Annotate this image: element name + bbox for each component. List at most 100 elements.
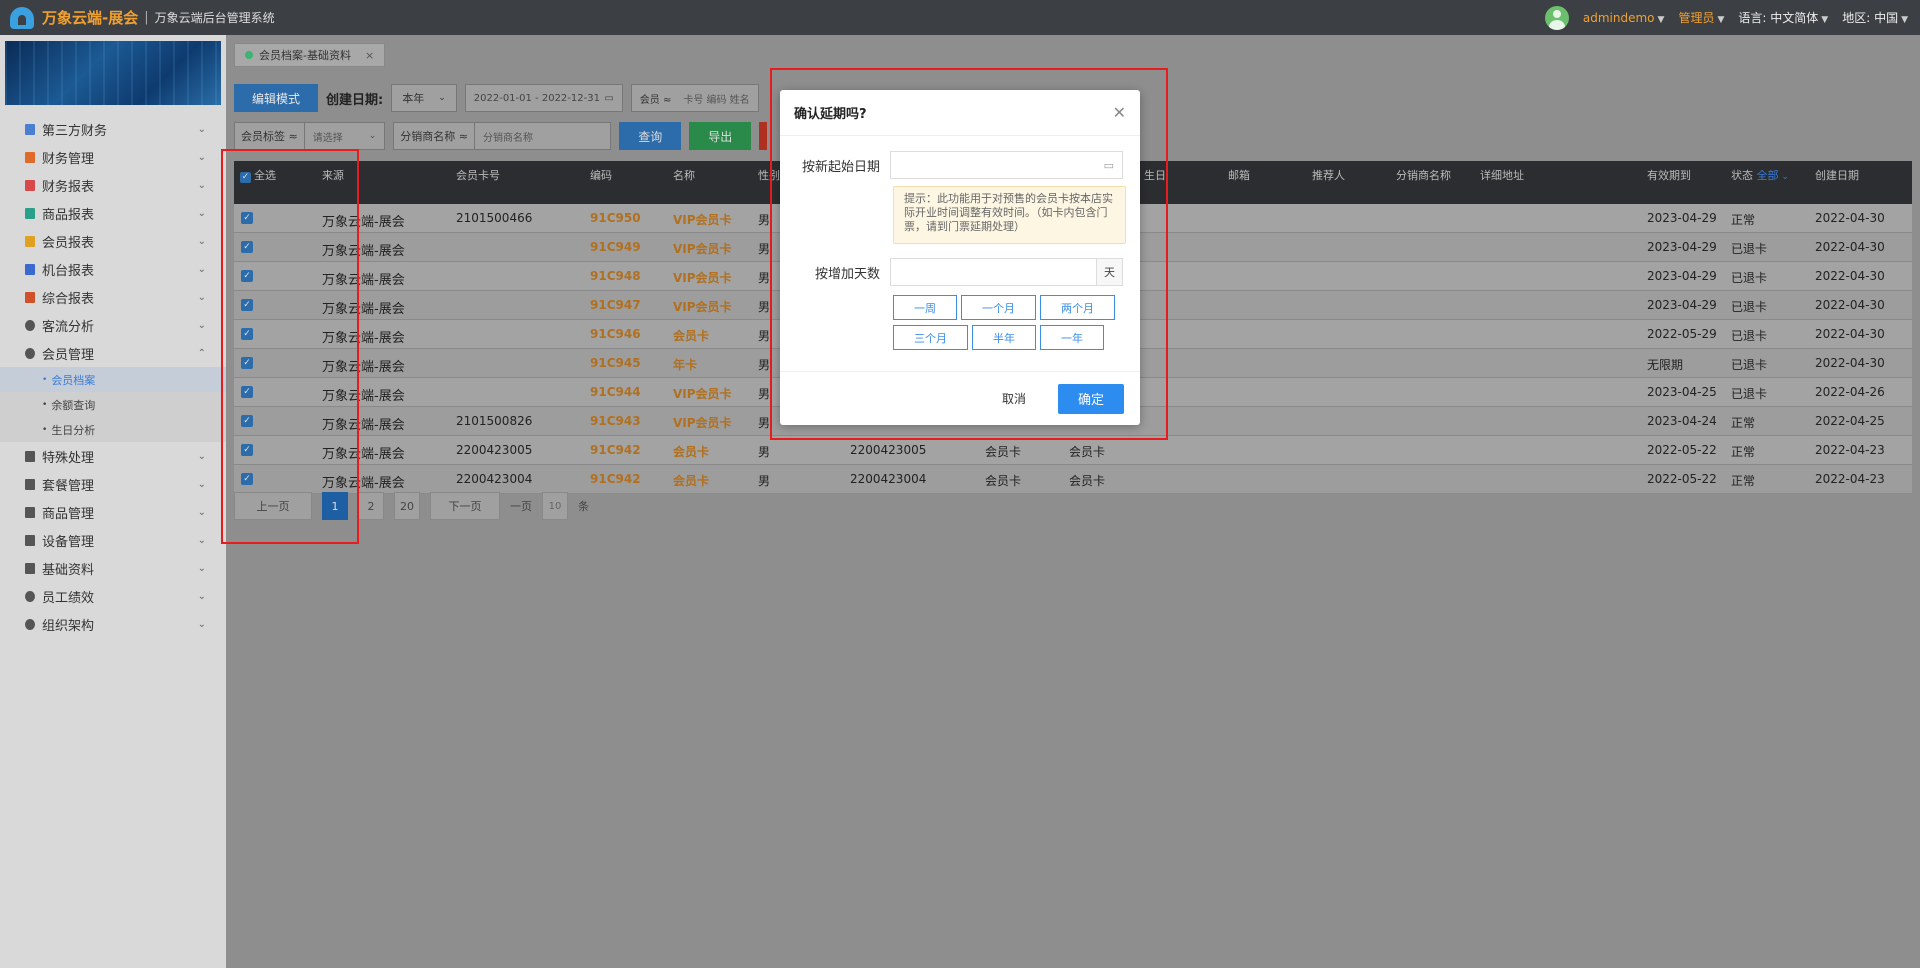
- sidebar-item-traffic-analysis[interactable]: 客流分析 ⌄: [0, 311, 226, 339]
- dialog-footer: 取消 确定: [780, 371, 1140, 425]
- sidebar-item-product-report[interactable]: 商品报表 ⌄: [0, 199, 226, 227]
- days-row: 按增加天数 天: [794, 258, 1123, 286]
- sidebar-item-label: 基础资料: [42, 562, 95, 578]
- cell-status: 已退卡: [1731, 387, 1768, 401]
- member-tag-value: 请选择 ⌄: [305, 129, 385, 144]
- language-menu[interactable]: 语言: 中文简体 ▼: [1738, 9, 1828, 26]
- chevron-down-icon: ⌄: [197, 319, 206, 331]
- period-select[interactable]: 本年 ⌄: [391, 84, 457, 112]
- sidebar-subitem-member-archive[interactable]: • 会员档案: [0, 367, 226, 392]
- close-icon[interactable]: ✕: [1113, 103, 1126, 122]
- chevron-down-icon: ⌄: [197, 506, 206, 518]
- region-menu[interactable]: 地区: 中国 ▼: [1842, 9, 1908, 26]
- cell-code: 91C945: [590, 356, 641, 370]
- cell-expire: 2023-04-29: [1647, 240, 1717, 254]
- quick-two-months-button[interactable]: 两个月: [1040, 295, 1115, 320]
- sidebar-item-basic-data[interactable]: 基础资料 ⌄: [0, 554, 226, 582]
- sidebar-item-special-handling[interactable]: 特殊处理 ⌄: [0, 442, 226, 470]
- action-button[interactable]: [759, 122, 768, 150]
- region-label: 地区:: [1842, 11, 1871, 25]
- table-row[interactable]: ✓ 万象云端-展会 2200423005 91C942 会员卡男 2200423005 会员…: [234, 436, 1912, 465]
- sidebar-subitem-balance-query[interactable]: • 余额查询: [0, 392, 226, 417]
- confirm-button[interactable]: 确定: [1058, 383, 1124, 414]
- avatar[interactable]: [1544, 5, 1569, 30]
- page-2-button[interactable]: 2: [358, 492, 384, 520]
- sidebar-item-comprehensive-report[interactable]: 综合报表 ⌄: [0, 283, 226, 311]
- tab-member-archive[interactable]: 会员档案-基础资料 ×: [234, 43, 386, 67]
- sidebar-item-member-report[interactable]: 会员报表 ⌄: [0, 227, 226, 255]
- page-size-input[interactable]: 10: [542, 492, 568, 520]
- cell-code: 91C944: [590, 385, 641, 399]
- close-icon[interactable]: ×: [365, 49, 374, 62]
- quick-one-month-button[interactable]: 一个月: [961, 295, 1036, 320]
- date-range-input[interactable]: 2022-01-01 - 2022-12-31 ▭: [464, 84, 623, 112]
- table-row[interactable]: ✓ 万象云端-展会 2200423004 91C942 会员卡男 2200423004 会员…: [234, 465, 1912, 494]
- sidebar-item-machine-report[interactable]: 机台报表 ⌄: [0, 255, 226, 283]
- start-date-input[interactable]: ▭: [890, 151, 1123, 179]
- sidebar-item-third-party-finance[interactable]: 第三方财务 ⌄: [0, 115, 226, 143]
- member-search-input[interactable]: 卡号 编码 姓名: [683, 91, 749, 106]
- bullet-icon: •: [42, 374, 48, 385]
- sidebar-item-product-management[interactable]: 商品管理 ⌄: [0, 498, 226, 526]
- chevron-down-icon: ▼: [1657, 14, 1665, 25]
- sidebar-item-package-management[interactable]: 套餐管理 ⌄: [0, 470, 226, 498]
- page-20-button[interactable]: 20: [394, 492, 420, 520]
- quick-three-months-button[interactable]: 三个月: [893, 325, 968, 350]
- sidebar-item-member-management[interactable]: 会员管理 ⌃: [0, 339, 226, 367]
- sidebar-item-label: 客流分析: [42, 319, 95, 335]
- edit-mode-button[interactable]: 编辑模式: [234, 84, 319, 112]
- sidebar-item-organization[interactable]: 组织架构 ⌄: [0, 610, 226, 638]
- user-menu[interactable]: admindemo ▼: [1583, 11, 1665, 25]
- chevron-down-icon: ⌄: [1778, 172, 1789, 182]
- language-value: 中文简体: [1770, 11, 1819, 25]
- member-filter[interactable]: 会员 ≈ 卡号 编码 姓名: [630, 84, 759, 112]
- cell-gender: 男: [758, 300, 771, 314]
- brand-name: 万象云端-展会: [42, 9, 139, 27]
- page-size-label: 一页: [510, 500, 532, 513]
- sidebar-subitem-birthday-analysis[interactable]: • 生日分析: [0, 417, 226, 442]
- cell-created: 2022-04-23: [1815, 443, 1885, 457]
- cell-name: VIP会员卡: [673, 416, 732, 430]
- cell-name: 会员卡: [673, 329, 710, 343]
- ledger-icon: [25, 151, 35, 163]
- export-button[interactable]: 导出: [689, 122, 752, 150]
- status-filter[interactable]: 全部: [1757, 169, 1779, 182]
- chevron-down-icon: ⌄: [197, 263, 206, 275]
- org-icon: [25, 618, 35, 630]
- sidebar-item-device-management[interactable]: 设备管理 ⌄: [0, 526, 226, 554]
- sidebar-item-label: 套餐管理: [42, 478, 95, 494]
- cloud-logo-icon: [10, 6, 34, 29]
- cancel-button[interactable]: 取消: [994, 390, 1034, 407]
- distributor-filter[interactable]: 分销商名称 ≈ 分销商名称: [393, 122, 612, 150]
- query-button[interactable]: 查询: [619, 122, 682, 150]
- chevron-up-icon: ⌃: [197, 347, 206, 359]
- quick-half-year-button[interactable]: 半年: [972, 325, 1036, 350]
- member-tag-select[interactable]: 会员标签 ≈ 请选择 ⌄: [234, 122, 386, 150]
- cell-gender: 男: [758, 387, 771, 401]
- quick-one-year-button[interactable]: 一年: [1040, 325, 1104, 350]
- sidebar-item-finance-management[interactable]: 财务管理 ⌄: [0, 143, 226, 171]
- column-header-label: 状态: [1731, 169, 1753, 182]
- date-range-value: 2022-01-01 - 2022-12-31: [473, 92, 600, 104]
- next-page-button[interactable]: 下一页: [430, 492, 500, 520]
- status-column-header[interactable]: 状态 全部 ⌄: [1731, 167, 1789, 183]
- cell-code: 91C943: [590, 414, 641, 428]
- days-input[interactable]: [891, 259, 1096, 285]
- chevron-down-icon: ⌄: [197, 534, 206, 546]
- sidebar-item-staff-performance[interactable]: 员工绩效 ⌄: [0, 582, 226, 610]
- cell-name: VIP会员卡: [673, 300, 732, 314]
- sidebar-item-finance-report[interactable]: 财务报表 ⌄: [0, 171, 226, 199]
- role-menu[interactable]: 管理员 ▼: [1678, 9, 1724, 26]
- cell-created: 2022-04-30: [1815, 211, 1885, 225]
- cell-name: VIP会员卡: [673, 271, 732, 285]
- cell-code: 91C946: [590, 327, 641, 341]
- cell-expire: 2023-04-29: [1647, 269, 1717, 283]
- quick-one-week-button[interactable]: 一周: [893, 295, 957, 320]
- cell-gender: 男: [758, 329, 771, 343]
- distributor-input[interactable]: 分销商名称: [475, 129, 541, 144]
- cell-code: 91C942: [590, 472, 641, 486]
- cell-expire: 2023-04-29: [1647, 211, 1717, 225]
- machine-icon: [25, 263, 35, 275]
- quick-options-row-1: 一周 一个月 两个月: [893, 295, 1115, 320]
- sidebar-item-label: 会员管理: [42, 347, 95, 363]
